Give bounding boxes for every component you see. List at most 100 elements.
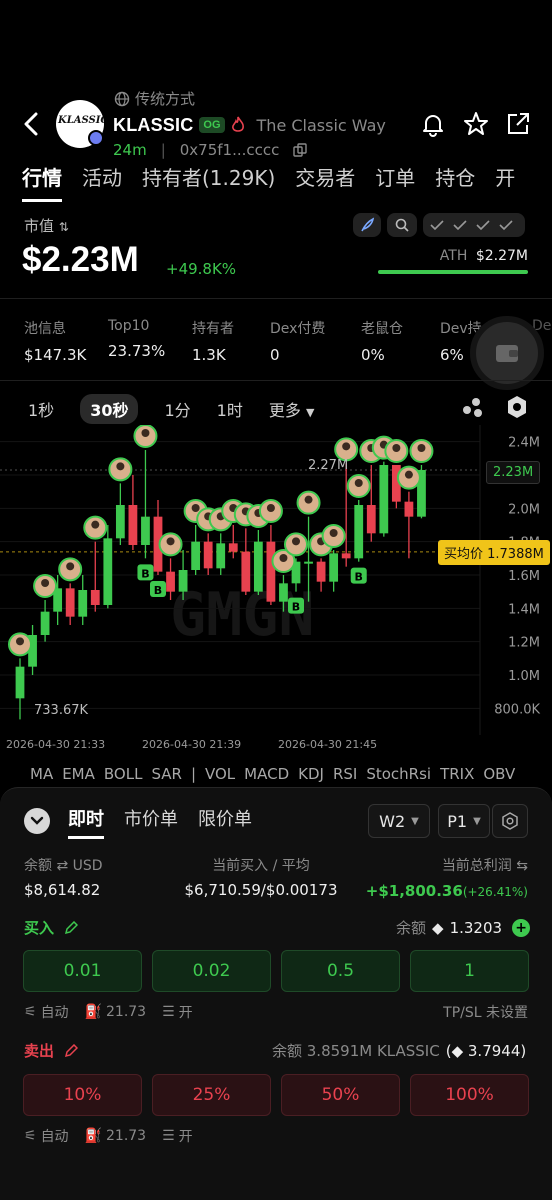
indicator-stochrsi[interactable]: StochRsi — [366, 765, 431, 783]
audit-checks[interactable] — [423, 213, 525, 237]
candle-body[interactable] — [191, 541, 201, 570]
trader-avatar-hair — [41, 579, 50, 587]
candle-body[interactable] — [203, 541, 213, 569]
tpsl-setting[interactable]: TP/SL 未设置 — [400, 1002, 528, 1022]
tab-holders[interactable]: 持有者(1.29K) — [142, 162, 275, 202]
market-cap-label[interactable]: 市值 ⇅ — [24, 215, 69, 236]
interval-more[interactable]: 更多 ▼ — [269, 397, 315, 421]
stat-pool[interactable]: 池信息 $147.3K — [24, 318, 86, 364]
share-button[interactable] — [505, 111, 531, 137]
candle-body[interactable] — [103, 538, 113, 605]
stat-holders[interactable]: 持有者 1.3K — [192, 318, 234, 364]
copy-icon[interactable] — [293, 143, 308, 157]
candle-body[interactable] — [404, 501, 414, 517]
trader-avatar-hair — [417, 444, 426, 452]
candle-body[interactable] — [329, 553, 339, 582]
auto-slippage-option[interactable]: ⚟ 自动 — [24, 1126, 69, 1146]
sell-percent-button[interactable]: 50% — [281, 1074, 400, 1116]
candle-body[interactable] — [166, 571, 175, 592]
buy-amount-button[interactable]: 0.01 — [23, 950, 142, 992]
candle-body[interactable] — [279, 583, 288, 602]
alert-bell-button[interactable] — [420, 111, 446, 137]
candle-body[interactable] — [241, 551, 251, 592]
stat-rat-trading[interactable]: 老鼠仓 0% — [361, 318, 403, 364]
buy-amount-button[interactable]: 0.5 — [281, 950, 400, 992]
indicator-obv[interactable]: OBV — [483, 765, 515, 783]
indicator-ma[interactable]: MA — [30, 765, 53, 783]
candle-body[interactable] — [341, 553, 351, 559]
tab-instant[interactable]: 即时 — [68, 805, 104, 839]
token-name: KLASSIC — [113, 114, 194, 135]
candle-body[interactable] — [354, 505, 364, 559]
candle-body[interactable] — [266, 541, 276, 602]
contract-address[interactable]: 0x75f1...cccc — [180, 141, 280, 159]
mev-option[interactable]: ☰ 开 — [162, 1126, 193, 1146]
buy-amount-button[interactable]: 1 — [410, 950, 529, 992]
auto-slippage-option[interactable]: ⚟ 自动 — [24, 1002, 69, 1022]
mev-option[interactable]: ☰ 开 — [162, 1002, 193, 1022]
stat-top10[interactable]: Top10 23.73% — [108, 318, 165, 360]
interval-1h[interactable]: 1时 — [217, 397, 243, 421]
indicator-sar[interactable]: SAR — [151, 765, 181, 783]
interval-1m[interactable]: 1分 — [164, 397, 190, 421]
tab-market[interactable]: 行情 — [22, 162, 62, 202]
indicator-rsi[interactable]: RSI — [333, 765, 357, 783]
tab-positions[interactable]: 持仓 — [435, 162, 475, 202]
tab-activity[interactable]: 活动 — [82, 162, 122, 202]
gas-option[interactable]: ⛽ 21.73 — [85, 1128, 147, 1144]
candle-body[interactable] — [65, 588, 75, 617]
candle-body[interactable] — [316, 561, 326, 582]
candle-body[interactable] — [90, 590, 100, 605]
candle-body[interactable] — [178, 570, 188, 592]
candle-body[interactable] — [128, 505, 138, 545]
indicator-kdj[interactable]: KDJ — [298, 765, 324, 783]
candle-body[interactable] — [366, 505, 376, 534]
candle-body[interactable] — [379, 465, 389, 534]
sell-percent-button[interactable]: 10% — [23, 1074, 142, 1116]
indicator-vol[interactable]: VOL — [205, 765, 235, 783]
candle-body[interactable] — [216, 543, 226, 569]
chart-settings-button[interactable] — [505, 394, 529, 420]
interval-1s[interactable]: 1秒 — [28, 397, 54, 421]
wallet-floating-button[interactable] — [470, 316, 544, 390]
collapse-panel-button[interactable] — [24, 808, 50, 834]
add-funds-icon[interactable]: + — [512, 918, 531, 937]
preset-select[interactable]: P1 ▼ — [438, 804, 490, 838]
edit-icon[interactable] — [64, 1043, 79, 1058]
candle-body[interactable] — [40, 611, 50, 635]
stat-dex-paid[interactable]: Dex付费 0 — [270, 318, 325, 364]
wallet-select[interactable]: W2 ▼ — [368, 804, 430, 838]
tab-traders[interactable]: 交易者 — [295, 162, 355, 202]
feather-badge[interactable] — [353, 213, 381, 237]
candle-body[interactable] — [253, 541, 263, 592]
candle-body[interactable] — [15, 666, 25, 699]
indicator-ema[interactable]: EMA — [62, 765, 95, 783]
trader-avatar-hair — [191, 504, 200, 512]
tab-more[interactable]: 开 — [495, 162, 515, 202]
search-badge[interactable] — [387, 213, 417, 237]
sell-percent-button[interactable]: 100% — [410, 1074, 529, 1116]
tab-market-order[interactable]: 市价单 — [124, 805, 178, 839]
trade-settings-button[interactable] — [492, 804, 528, 838]
candle-body[interactable] — [115, 505, 125, 539]
candle-body[interactable] — [141, 516, 150, 545]
edit-icon[interactable] — [64, 920, 79, 935]
interval-30s[interactable]: 30秒 — [80, 394, 139, 424]
back-button[interactable] — [20, 110, 44, 138]
candle-body[interactable] — [304, 561, 313, 564]
indicator-macd[interactable]: MACD — [244, 765, 289, 783]
sell-percent-button[interactable]: 25% — [152, 1074, 271, 1116]
share-pnl-icon[interactable]: ⇆ — [516, 858, 528, 874]
slippage-icon: ⚟ — [24, 1004, 37, 1020]
y-tick-label: 1.0M — [508, 669, 540, 684]
buy-amount-button[interactable]: 0.02 — [152, 950, 271, 992]
candle-body[interactable] — [228, 543, 238, 552]
indicator-boll[interactable]: BOLL — [104, 765, 143, 783]
favorite-button[interactable] — [463, 111, 489, 137]
tab-limit-order[interactable]: 限价单 — [198, 805, 252, 839]
gas-option[interactable]: ⛽ 21.73 — [85, 1004, 147, 1020]
tab-orders[interactable]: 订单 — [375, 162, 415, 202]
drawing-tools-button[interactable] — [460, 396, 486, 420]
candle-body[interactable] — [78, 590, 88, 617]
indicator-trix[interactable]: TRIX — [440, 765, 474, 783]
